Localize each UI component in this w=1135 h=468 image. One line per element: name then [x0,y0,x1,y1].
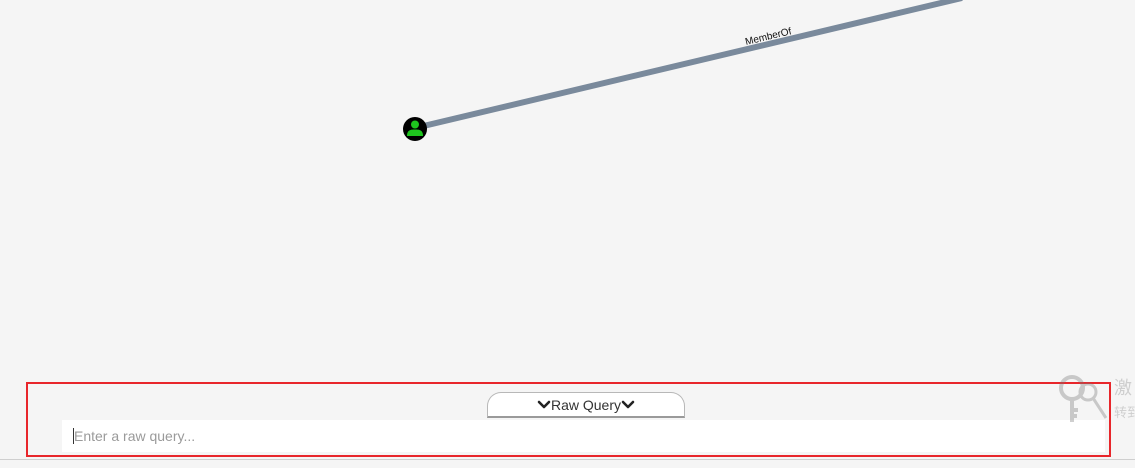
raw-query-input[interactable] [62,420,1105,452]
divider [0,459,1135,460]
chevron-down-icon [621,398,635,412]
chevron-down-icon [537,398,551,412]
key-icon [1059,375,1108,422]
raw-query-toggle-label: Raw Query [550,396,622,413]
watermark-subtext: 转到 [1114,405,1135,420]
watermark-text: 激 [1114,378,1132,398]
text-caret [73,428,74,444]
user-node[interactable] [403,117,427,141]
edge-memberof[interactable] [414,0,963,131]
watermark: 激 转到 [1058,374,1135,426]
raw-query-toggle-button[interactable]: Raw Query [487,392,685,418]
